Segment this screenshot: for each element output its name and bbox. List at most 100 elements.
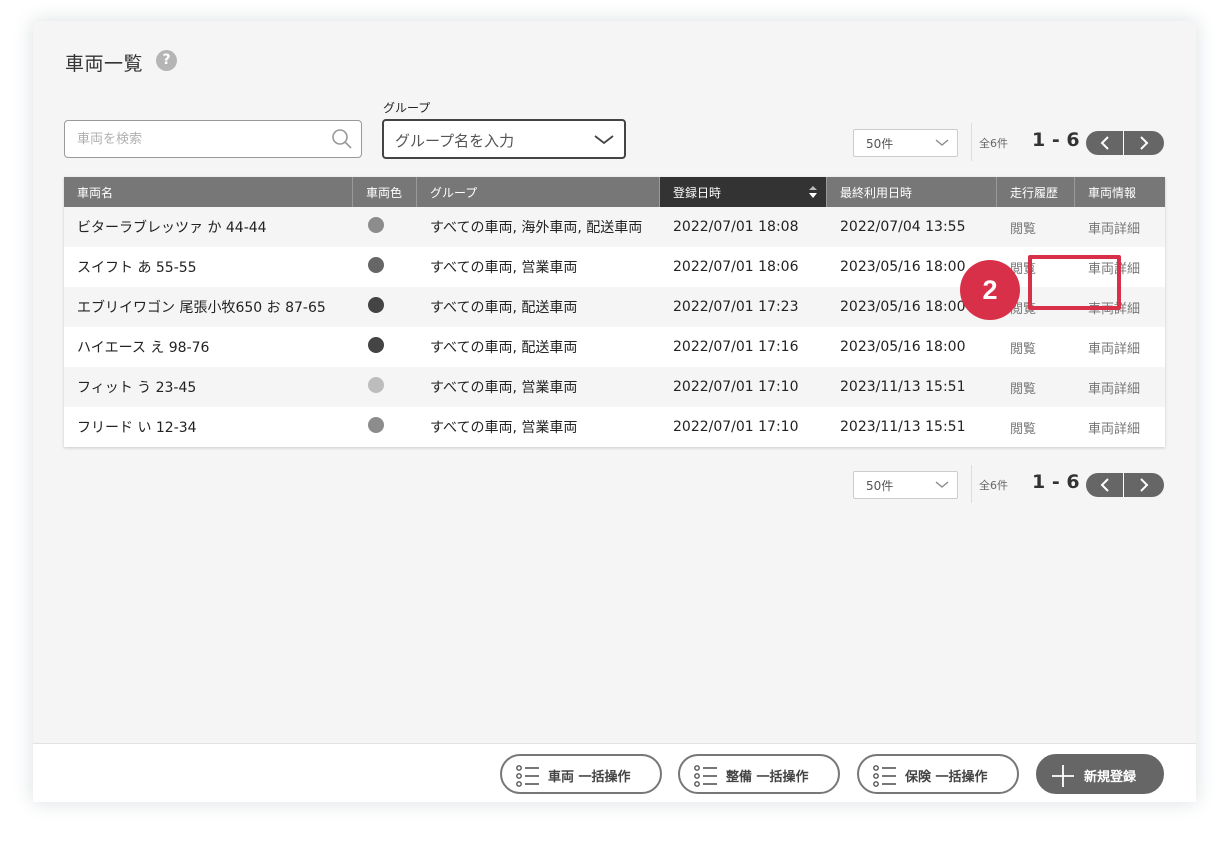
page-range: 1 - 6 [1032,471,1080,493]
vehicle-detail-link[interactable]: 車両詳細 [1075,378,1165,397]
group-placeholder: グループ名を入力 [395,132,515,150]
vehicle-groups: すべての車両, 配送車両 [430,300,578,316]
list-icon [516,765,539,787]
question-circle-icon[interactable]: ? [156,50,177,71]
view-history-link[interactable]: 閲覧 [997,418,1075,437]
per-page-select[interactable]: 50件 [853,471,958,499]
column-header-registered[interactable]: 登録日時 [660,177,827,207]
vehicle-groups: すべての車両, 営業車両 [430,420,578,436]
vehicle-groups: すべての車両, 営業車両 [430,260,578,276]
vehicle-name: フィット う 23-45 [77,380,197,396]
step-badge: 2 [960,260,1020,320]
total-count: 全6件 [979,137,1008,150]
vehicle-detail-link[interactable]: 車両詳細 [1075,418,1165,437]
divider [971,465,972,503]
bulk-maintenance-button[interactable]: 整備 一括操作 [678,754,840,794]
bulk-maintenance-label: 整備 一括操作 [726,770,809,785]
view-history-link[interactable]: 閲覧 [997,218,1075,237]
vehicle-groups: すべての車両, 配送車両 [430,340,578,356]
vehicle-detail-link[interactable]: 車両詳細 [1075,218,1165,237]
vehicle-name: ハイエース え 98-76 [77,340,210,356]
registered-date: 2022/07/01 17:10 [673,379,799,395]
view-history-link[interactable]: 閲覧 [997,378,1075,397]
vehicle-groups: すべての車両, 海外車両, 配送車両 [430,220,643,236]
bulk-vehicle-button[interactable]: 車両 一括操作 [500,754,662,794]
next-page-button[interactable] [1125,131,1163,155]
highlight-box [1028,255,1121,310]
color-swatch [368,257,384,273]
last-used-date: 2023/05/16 18:00 [840,339,966,355]
last-used-date: 2022/07/04 13:55 [840,219,966,235]
vehicle-name: フリード い 12-34 [77,420,197,436]
pagination-bottom: 50件 全6件 1 - 6 [853,465,1173,503]
vehicle-color [353,297,417,317]
color-swatch [368,377,384,393]
vehicle-color [353,337,417,357]
page-nav [1086,131,1164,155]
table-row: ビターラブレッツァ か 44-44 すべての車両, 海外車両, 配送車両 2022/… [64,207,1165,247]
registered-date: 2022/07/01 17:23 [673,299,799,315]
vehicle-groups: すべての車両, 営業車両 [430,380,578,396]
registered-date: 2022/07/01 18:08 [673,219,799,235]
registered-date: 2022/07/01 18:06 [673,259,799,275]
page-title: 車両一覧 [65,53,144,75]
next-page-button[interactable] [1125,473,1163,497]
view-history-link[interactable]: 閲覧 [997,338,1075,357]
vehicle-list-panel: 車両一覧 ? グループ グループ名を入力 50件 全6件 1 - 6 [33,21,1196,802]
action-footer: 車両 一括操作 整備 一括操作 保険 一括操作 新規登録 [33,743,1196,802]
color-swatch [368,417,384,433]
color-swatch [368,217,384,233]
column-header-name[interactable]: 車両名 [64,177,353,207]
registered-date: 2022/07/01 17:16 [673,339,799,355]
column-header-info: 車両情報 [1088,185,1137,200]
chevron-down-icon [935,481,949,488]
new-registration-label: 新規登録 [1084,770,1137,785]
pagination-top: 50件 全6件 1 - 6 [853,123,1173,161]
table-header: 車両名 車両色 グループ 登録日時 最終利用日時 走行履歴 車両情報 [64,177,1165,207]
group-select[interactable]: グループ名を入力 [382,119,626,159]
color-swatch [368,337,384,353]
table-row: ハイエース え 98-76 すべての車両, 配送車両 2022/07/01 17:1… [64,327,1165,367]
list-icon [873,765,896,787]
column-header-color[interactable]: 車両色 [353,177,417,207]
prev-page-button[interactable] [1086,131,1124,155]
color-swatch [368,297,384,313]
chevron-right-icon [1140,478,1149,492]
vehicle-detail-link[interactable]: 車両詳細 [1075,338,1165,357]
last-used-date: 2023/11/13 15:51 [840,419,966,435]
per-page-value: 50件 [866,479,894,493]
sort-icon [809,186,817,198]
column-header-group[interactable]: グループ [417,177,660,207]
bulk-insurance-button[interactable]: 保険 一括操作 [857,754,1019,794]
page-range: 1 - 6 [1032,129,1080,151]
prev-page-button[interactable] [1086,473,1124,497]
vehicle-color [353,417,417,437]
chevron-left-icon [1100,478,1109,492]
chevron-right-icon [1140,136,1149,150]
vehicle-color [353,377,417,397]
chevron-down-icon [935,139,949,146]
new-registration-button[interactable]: 新規登録 [1036,754,1164,794]
vehicle-name: ビターラブレッツァ か 44-44 [77,220,267,236]
per-page-value: 50件 [866,137,894,151]
table-body: ビターラブレッツァ か 44-44 すべての車両, 海外車両, 配送車両 2022/… [64,207,1165,447]
column-header-registered-label: 登録日時 [673,185,722,200]
vehicle-name: エブリイワゴン 尾張小牧650 お 87-65 [77,300,326,316]
registered-date: 2022/07/01 17:10 [673,419,799,435]
vehicle-color [353,257,417,277]
vehicle-name: スイフト あ 55-55 [77,260,197,276]
per-page-select[interactable]: 50件 [853,129,958,157]
search-icon[interactable] [331,128,353,150]
table-row: フリード い 12-34 すべての車両, 営業車両 2022/07/01 17:10… [64,407,1165,447]
total-count: 全6件 [979,479,1008,492]
page-nav [1086,473,1164,497]
search-input[interactable] [65,121,315,157]
column-header-last-used[interactable]: 最終利用日時 [827,177,997,207]
vehicle-search-field[interactable] [64,120,362,158]
plus-icon [1052,765,1074,787]
column-header-history: 走行履歴 [997,177,1075,207]
list-icon [694,765,717,787]
vehicle-color [353,217,417,237]
table-row: フィット う 23-45 すべての車両, 営業車両 2022/07/01 17:10… [64,367,1165,407]
last-used-date: 2023/11/13 15:51 [840,379,966,395]
